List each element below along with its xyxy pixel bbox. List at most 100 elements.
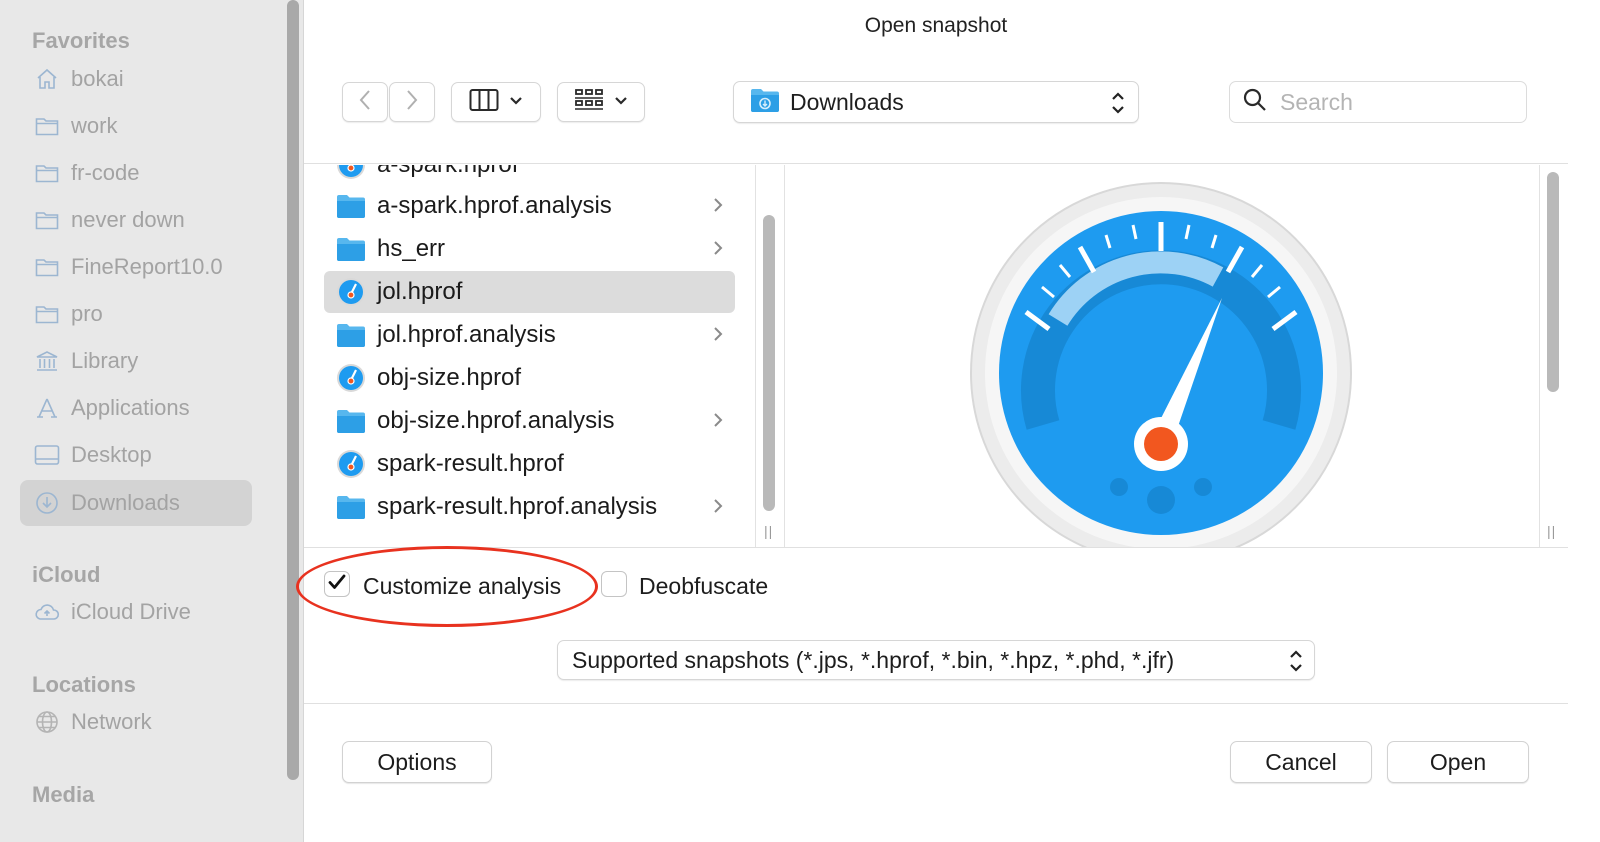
preview-scrollbar[interactable] — [1547, 172, 1559, 392]
file-name: obj-size.hprof.analysis — [377, 407, 615, 434]
file-name: jol.hprof — [377, 278, 463, 305]
folder-icon — [34, 301, 60, 327]
chevron-down-icon — [614, 93, 628, 111]
folder-icon — [336, 406, 366, 436]
file-row[interactable]: hs_err — [324, 228, 735, 270]
applications-icon — [34, 395, 60, 421]
sidebar-item-label: fr-code — [71, 160, 140, 185]
location-label: Downloads — [790, 88, 904, 115]
folder-icon — [336, 320, 366, 350]
file-type-filter-popup[interactable]: Supported snapshots (*.jps, *.hprof, *.b… — [557, 640, 1315, 680]
file-list-scrollbar[interactable] — [763, 215, 775, 511]
sidebar-item-bokai[interactable]: bokai — [20, 56, 252, 102]
file-row[interactable]: spark-result.hprof — [324, 443, 735, 485]
sidebar-item-work[interactable]: work — [20, 103, 252, 149]
sidebar: Favorites bokai work fr-code never down … — [0, 0, 304, 842]
sidebar-item-label: work — [71, 113, 118, 138]
sidebar-item-pro[interactable]: pro — [20, 291, 252, 337]
sidebar-item-label: bokai — [71, 66, 124, 91]
chevron-right-icon — [713, 239, 723, 262]
file-row[interactable]: a-spark.hprof — [324, 165, 735, 186]
chevron-down-icon — [509, 93, 523, 111]
file-name: a-spark.hprof.analysis — [377, 192, 612, 219]
chevron-right-icon — [713, 196, 723, 219]
file-row[interactable]: jol.hprof.analysis — [324, 314, 735, 356]
column-resize-handle[interactable]: || — [1547, 523, 1556, 539]
sidebar-item-library[interactable]: Library — [20, 338, 252, 384]
sidebar-section-media: Media — [32, 782, 95, 807]
folder-icon — [34, 160, 60, 186]
cancel-button[interactable]: Cancel — [1230, 741, 1372, 783]
group-mode-button[interactable] — [557, 82, 645, 122]
updown-chevron-icon — [1288, 649, 1304, 678]
chevron-right-icon — [713, 325, 723, 348]
columns-view-icon — [469, 88, 499, 117]
back-button[interactable] — [342, 82, 388, 122]
view-mode-button[interactable] — [451, 82, 541, 122]
sidebar-item-icloud-drive[interactable]: iCloud Drive — [20, 589, 252, 635]
chevron-right-icon — [713, 411, 723, 434]
sidebar-item-label: Network — [71, 709, 152, 734]
file-browser-column: a-spark.hprof a-spark.hprof.analysis hs_… — [304, 165, 756, 547]
globe-icon — [34, 709, 60, 735]
deobfuscate-label[interactable]: Deobfuscate — [639, 573, 768, 600]
file-row[interactable]: spark-result.hprof.analysis — [324, 486, 735, 528]
open-button[interactable]: Open — [1387, 741, 1529, 783]
sidebar-item-fr-code[interactable]: fr-code — [20, 150, 252, 196]
options-button[interactable]: Options — [342, 741, 492, 783]
hprof-file-icon — [336, 363, 366, 393]
column-divider — [784, 165, 785, 547]
footer-divider — [304, 703, 1568, 704]
file-row[interactable]: obj-size.hprof.analysis — [324, 400, 735, 442]
file-row[interactable]: a-spark.hprof.analysis — [324, 185, 735, 227]
folder-icon — [34, 207, 60, 233]
sidebar-item-label: FineReport10.0 — [71, 254, 223, 279]
chevron-left-icon — [358, 88, 372, 117]
cloud-icon — [34, 599, 60, 625]
folder-icon — [336, 191, 366, 221]
sidebar-scrollbar[interactable] — [287, 0, 299, 780]
sidebar-item-applications[interactable]: Applications — [20, 385, 252, 431]
file-preview-pane — [786, 165, 1538, 547]
folder-icon — [336, 492, 366, 522]
chevron-right-icon — [405, 88, 419, 117]
library-icon — [34, 348, 60, 374]
house-icon — [34, 66, 60, 92]
window-title: Open snapshot — [864, 14, 1008, 37]
search-input[interactable] — [1280, 88, 1500, 116]
deobfuscate-checkbox[interactable] — [601, 571, 627, 597]
sidebar-item-network[interactable]: Network — [20, 699, 252, 745]
sidebar-item-label: pro — [71, 301, 103, 326]
forward-button[interactable] — [389, 82, 435, 122]
downloads-folder-icon — [750, 87, 780, 118]
grid-group-icon — [574, 88, 604, 117]
file-row[interactable]: obj-size.hprof — [324, 357, 735, 399]
sidebar-section-locations: Locations — [32, 672, 136, 697]
file-name: hs_err — [377, 235, 446, 262]
toolbar-divider — [304, 163, 1568, 164]
file-name: jol.hprof.analysis — [377, 321, 556, 348]
sidebar-item-finereport[interactable]: FineReport10.0 — [20, 244, 252, 290]
sidebar-item-label: iCloud Drive — [71, 599, 191, 624]
file-name: spark-result.hprof.analysis — [377, 493, 658, 520]
chevron-right-icon — [713, 497, 723, 520]
downloads-icon — [34, 490, 60, 516]
hprof-file-icon — [336, 165, 366, 180]
search-field[interactable] — [1229, 81, 1527, 123]
sidebar-item-label: Desktop — [71, 442, 152, 467]
location-popup[interactable]: Downloads — [733, 81, 1139, 123]
file-row-selected[interactable]: jol.hprof — [324, 271, 735, 313]
sidebar-item-downloads[interactable]: Downloads — [20, 480, 252, 526]
file-name: a-spark.hprof — [377, 165, 518, 179]
sidebar-section-favorites: Favorites — [32, 28, 130, 53]
sidebar-item-label: Applications — [71, 395, 190, 420]
file-type-filter-label: Supported snapshots (*.jps, *.hprof, *.b… — [572, 646, 1175, 673]
sidebar-item-desktop[interactable]: Desktop — [20, 432, 252, 478]
sidebar-item-never-down[interactable]: never down — [20, 197, 252, 243]
sidebar-item-label: never down — [71, 207, 185, 232]
sidebar-item-label: Library — [71, 348, 139, 373]
folder-icon — [34, 254, 60, 280]
column-resize-handle[interactable]: || — [764, 523, 773, 539]
file-name: obj-size.hprof — [377, 364, 522, 391]
annotation-highlight-ellipse — [296, 546, 598, 627]
